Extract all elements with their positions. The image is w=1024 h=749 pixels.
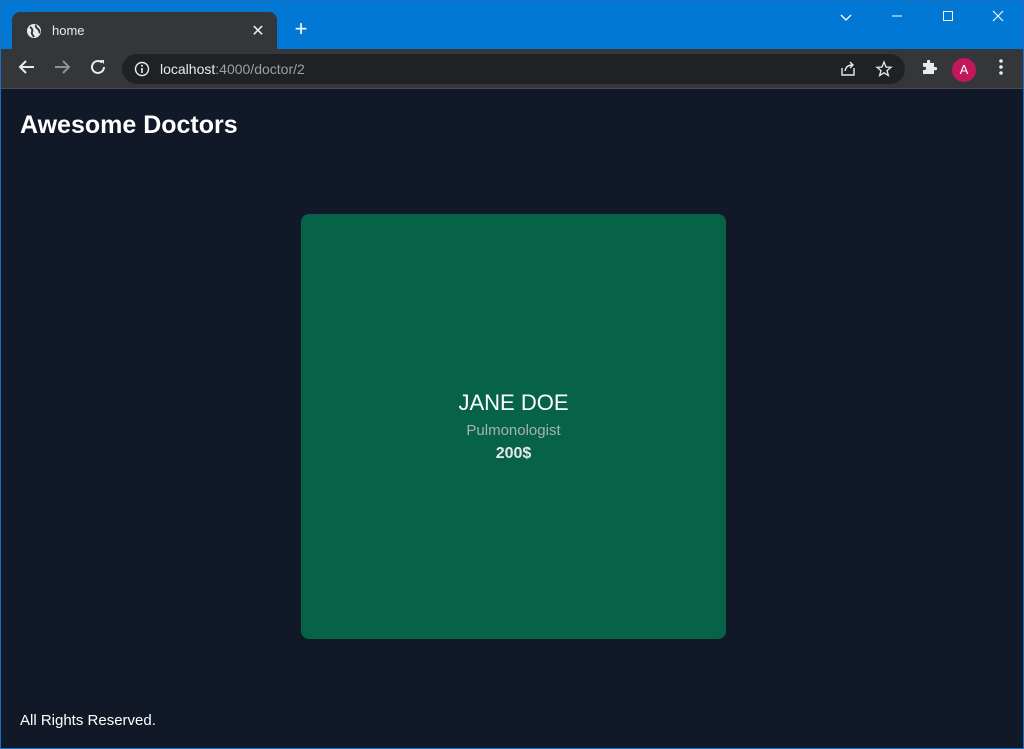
- maximize-button[interactable]: [931, 7, 965, 29]
- page-content: Awesome Doctors JANE DOE Pulmonologist 2…: [1, 90, 1023, 748]
- menu-button[interactable]: [989, 57, 1013, 81]
- globe-icon: [26, 23, 42, 39]
- reload-icon: [89, 58, 107, 81]
- new-tab-button[interactable]: +: [290, 18, 312, 41]
- tab-strip: home ✕ +: [1, 1, 1023, 49]
- profile-avatar[interactable]: A: [952, 58, 976, 82]
- maximize-icon: [942, 9, 954, 27]
- tab-title: home: [52, 23, 85, 38]
- close-icon: [992, 9, 1004, 27]
- puzzle-icon: [920, 58, 938, 81]
- tab-home[interactable]: home ✕: [12, 12, 277, 49]
- minimize-button[interactable]: [880, 7, 914, 29]
- arrow-left-icon: [18, 58, 36, 81]
- footer-text: All Rights Reserved.: [20, 712, 156, 729]
- browser-toolbar: localhost:4000/doctor/2 A: [1, 49, 1023, 89]
- more-vertical-icon: [998, 58, 1004, 81]
- back-button[interactable]: [15, 57, 39, 81]
- tab-close-button[interactable]: ✕: [249, 21, 267, 41]
- arrow-right-icon: [53, 58, 71, 81]
- url-path: :4000/doctor/2: [215, 61, 305, 77]
- star-icon[interactable]: [875, 60, 893, 78]
- browser-window: home ✕ + localhost:4000/doctor/2 A Aweso…: [0, 0, 1024, 749]
- doctor-price: 200$: [495, 445, 532, 462]
- share-icon[interactable]: [839, 60, 857, 78]
- close-window-button[interactable]: [981, 7, 1015, 29]
- doctor-name: JANE DOE: [458, 390, 569, 415]
- reload-button[interactable]: [86, 57, 110, 81]
- tab-search-button[interactable]: [829, 7, 863, 29]
- url-host: localhost: [160, 61, 216, 77]
- address-bar[interactable]: localhost:4000/doctor/2: [122, 54, 905, 84]
- info-icon[interactable]: [134, 61, 150, 77]
- doctor-card: JANE DOE Pulmonologist 200$: [301, 214, 726, 639]
- minimize-icon: [891, 9, 903, 27]
- chevron-down-icon: [839, 9, 853, 27]
- url-text[interactable]: localhost:4000/doctor/2: [160, 61, 305, 77]
- extensions-button[interactable]: [917, 57, 941, 81]
- site-title[interactable]: Awesome Doctors: [20, 111, 238, 140]
- doctor-specialty: Pulmonologist: [466, 422, 561, 439]
- forward-button[interactable]: [50, 57, 74, 81]
